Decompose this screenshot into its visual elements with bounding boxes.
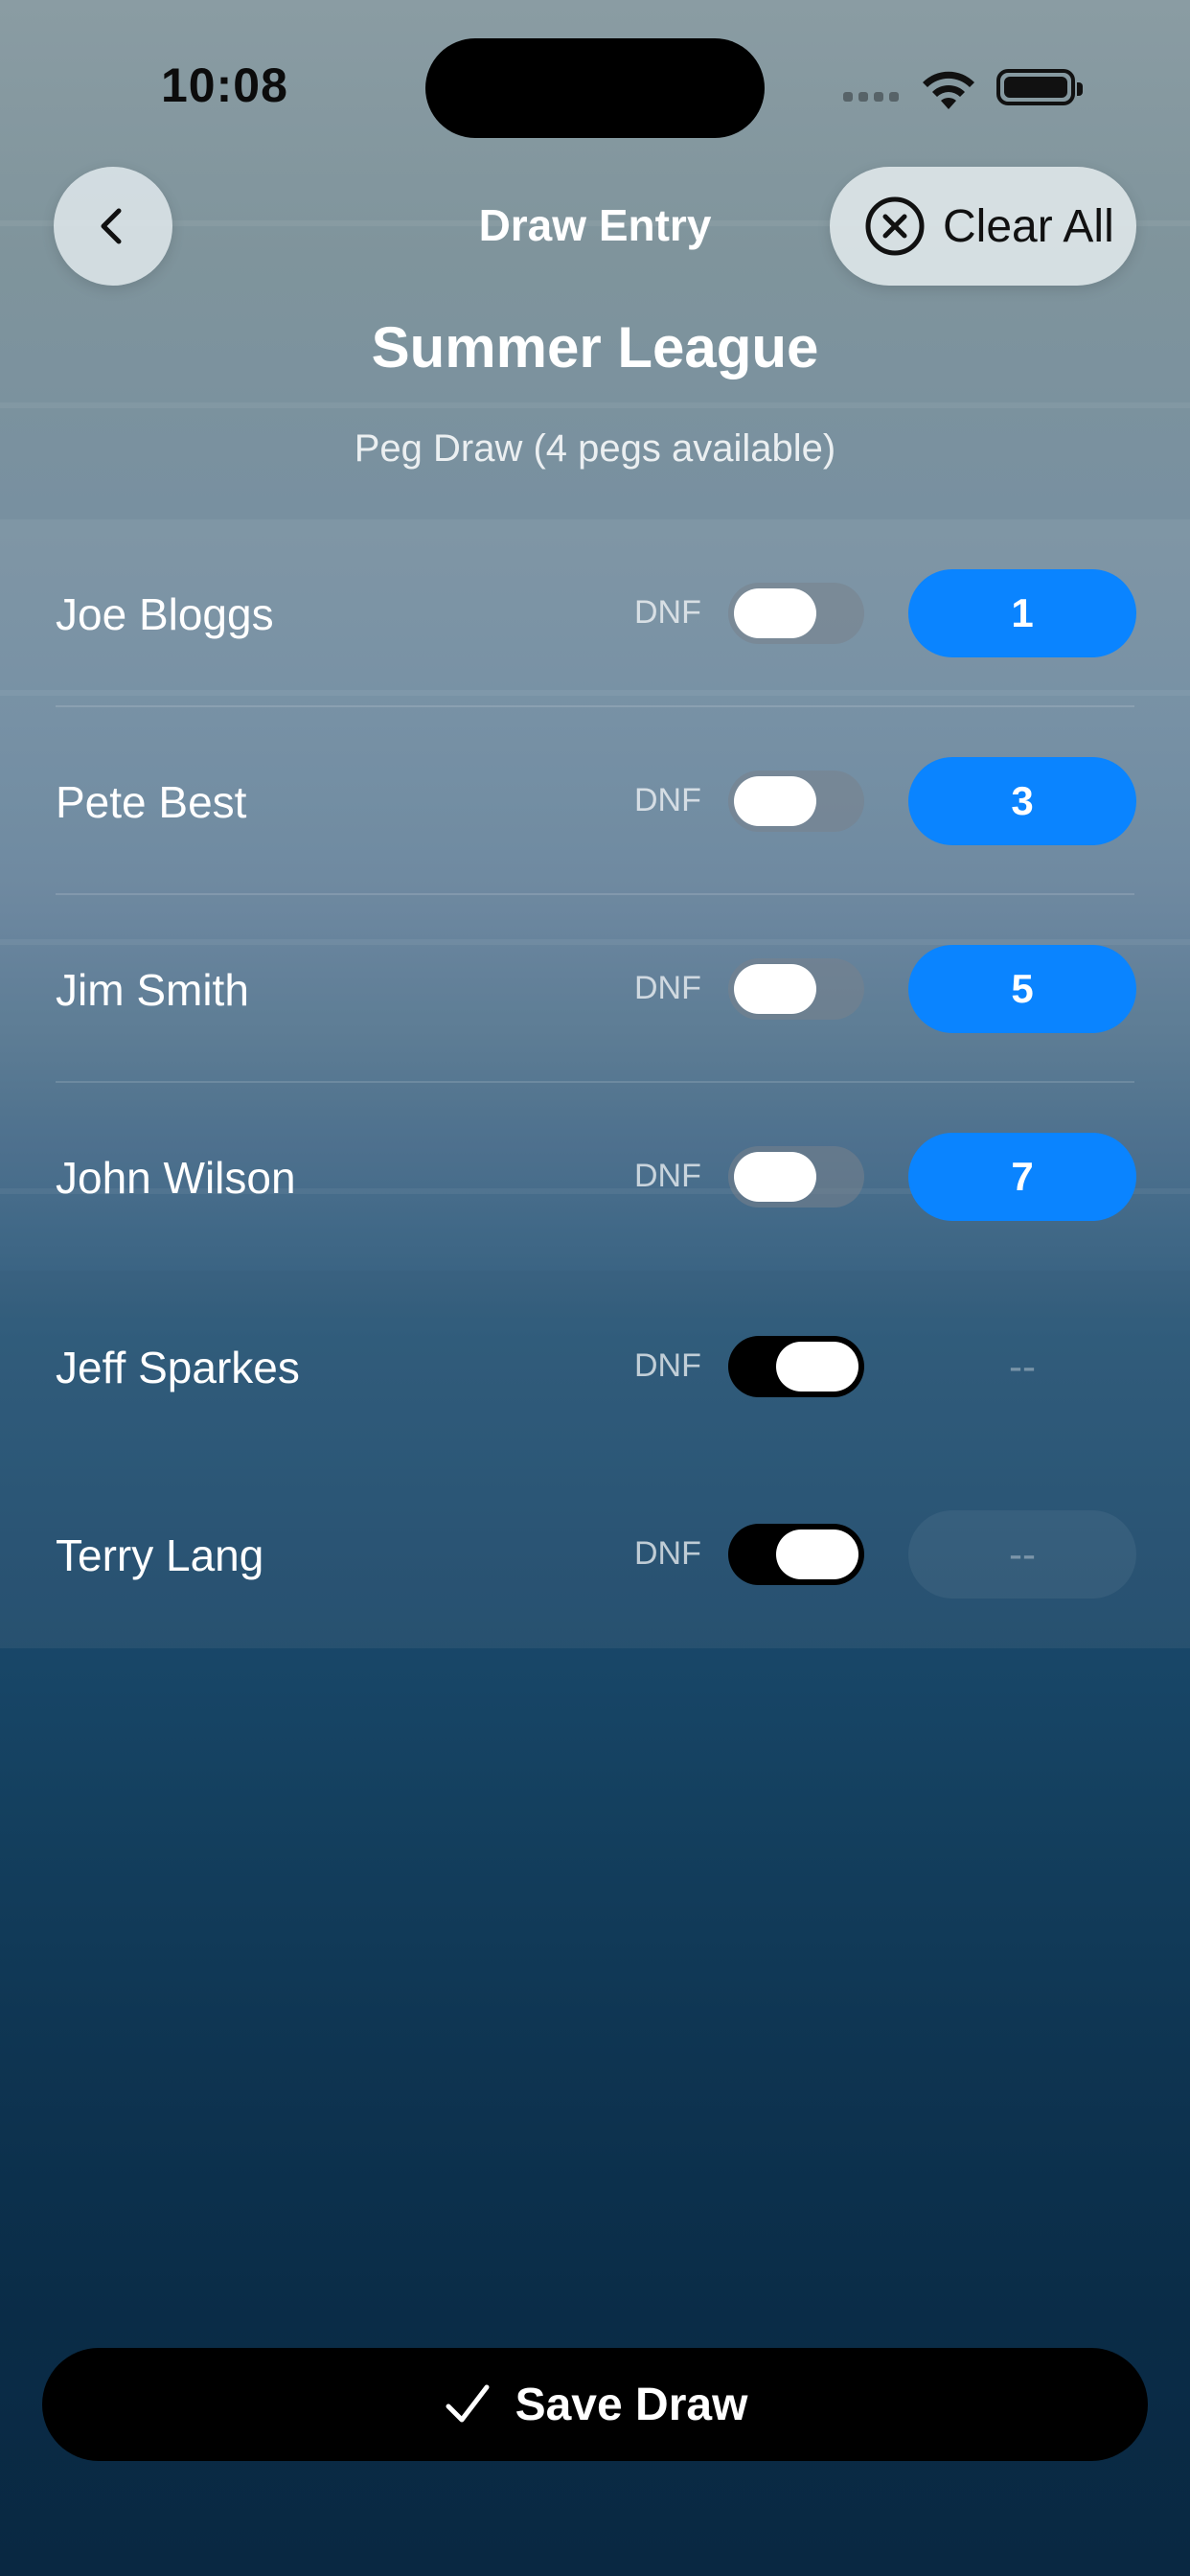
status-bar: 10:08 bbox=[0, 0, 1190, 163]
save-draw-button[interactable]: Save Draw bbox=[42, 2348, 1148, 2461]
checkmark-icon bbox=[446, 2384, 490, 2423]
clear-all-button[interactable]: Clear All bbox=[830, 167, 1136, 286]
angler-name: Terry Lang bbox=[56, 1530, 264, 1580]
angler-name: John Wilson bbox=[56, 1153, 296, 1203]
back-button[interactable] bbox=[54, 167, 172, 286]
battery-icon bbox=[996, 69, 1083, 105]
list-item: Jim Smith DNF 5 bbox=[0, 895, 1190, 1083]
angler-name: Jeff Sparkes bbox=[56, 1343, 300, 1392]
draw-list: Joe Bloggs DNF 1 Pete Best DNF 3 Jim Smi… bbox=[0, 519, 1190, 1648]
peg-button[interactable]: 3 bbox=[908, 757, 1136, 845]
peg-button[interactable]: 5 bbox=[908, 945, 1136, 1033]
dnf-toggle[interactable] bbox=[728, 770, 864, 832]
dnf-label: DNF bbox=[634, 1158, 701, 1194]
angler-name: Pete Best bbox=[56, 777, 247, 827]
list-item: Pete Best DNF 3 bbox=[0, 707, 1190, 895]
list-item: John Wilson DNF 7 bbox=[0, 1083, 1190, 1271]
status-time: 10:08 bbox=[161, 58, 288, 112]
dnf-toggle[interactable] bbox=[728, 1146, 864, 1208]
peg-button[interactable]: 1 bbox=[908, 569, 1136, 657]
dnf-toggle[interactable] bbox=[728, 583, 864, 644]
list-item: Jeff Sparkes DNF -- bbox=[0, 1273, 1190, 1460]
dnf-label: DNF bbox=[634, 970, 701, 1006]
dnf-toggle[interactable] bbox=[728, 958, 864, 1020]
dynamic-island bbox=[425, 38, 765, 138]
clear-all-label: Clear All bbox=[943, 200, 1114, 252]
save-draw-label: Save Draw bbox=[515, 2379, 748, 2430]
dnf-label: DNF bbox=[634, 782, 701, 818]
chevron-left-icon bbox=[101, 208, 122, 244]
dnf-toggle[interactable] bbox=[728, 1336, 864, 1397]
list-item: Terry Lang DNF -- bbox=[0, 1460, 1190, 1648]
peg-draw-subtitle: Peg Draw (4 pegs available) bbox=[354, 427, 836, 470]
angler-name: Joe Bloggs bbox=[56, 589, 274, 639]
dnf-label: DNF bbox=[634, 1535, 701, 1572]
dnf-label: DNF bbox=[634, 594, 701, 631]
x-circle-icon bbox=[865, 196, 925, 256]
list-item: Joe Bloggs DNF 1 bbox=[0, 519, 1190, 707]
peg-button[interactable]: 7 bbox=[908, 1133, 1136, 1221]
dnf-toggle[interactable] bbox=[728, 1524, 864, 1585]
dnf-label: DNF bbox=[634, 1347, 701, 1384]
peg-button[interactable]: -- bbox=[908, 1510, 1136, 1598]
wifi-icon bbox=[923, 71, 974, 109]
nav-title: Draw Entry bbox=[478, 200, 712, 250]
league-title: Summer League bbox=[371, 315, 819, 380]
peg-button[interactable]: -- bbox=[908, 1322, 1136, 1411]
cellular-signal-icon bbox=[843, 92, 899, 102]
angler-name: Jim Smith bbox=[56, 965, 249, 1015]
